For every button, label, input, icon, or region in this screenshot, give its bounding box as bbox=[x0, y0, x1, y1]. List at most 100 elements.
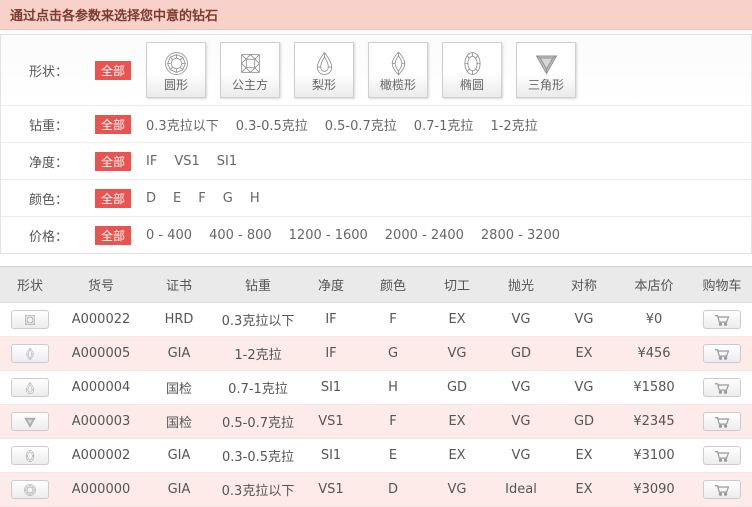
filter-option-carat-3[interactable]: 0.7-1克拉 bbox=[414, 115, 474, 134]
cart-icon bbox=[714, 416, 731, 428]
row-shape-button[interactable] bbox=[11, 446, 49, 465]
marquise-shape-icon bbox=[385, 50, 412, 77]
shape-button-label: 三角形 bbox=[528, 79, 564, 91]
column-header-9: 本店价 bbox=[616, 267, 692, 303]
shape-button-trillion[interactable]: 三角形 bbox=[516, 42, 576, 98]
filter-option-price-2[interactable]: 1200 - 1600 bbox=[289, 228, 368, 243]
filter-row-carat: 钻重：全部 0.3克拉以下 0.3-0.5克拉 0.5-0.7克拉 0.7-1克拉 1-2… bbox=[1, 106, 751, 143]
cell-carat: 0.5-0.7克拉 bbox=[216, 405, 300, 439]
add-to-cart-button[interactable] bbox=[703, 412, 741, 431]
cell-color: E bbox=[362, 439, 424, 473]
clarity-all-badge[interactable]: 全部 bbox=[95, 152, 131, 171]
filter-option-color-1[interactable]: E bbox=[173, 191, 181, 206]
filter-option-color-2[interactable]: F bbox=[198, 191, 205, 206]
filter-option-carat-0[interactable]: 0.3克拉以下 bbox=[146, 115, 219, 134]
add-to-cart-button[interactable] bbox=[703, 344, 741, 363]
column-header-7: 抛光 bbox=[490, 267, 552, 303]
row-shape-button[interactable] bbox=[11, 412, 49, 431]
filter-row-clarity: 净度：全部IFVS1SI1 bbox=[1, 143, 751, 180]
cell-polish: VG bbox=[490, 303, 552, 337]
filter-label-shape: 形状： bbox=[29, 61, 95, 80]
cell-polish: Ideal bbox=[490, 473, 552, 507]
shape-button-marquise[interactable]: 橄榄形 bbox=[368, 42, 428, 98]
shape-button-label: 圆形 bbox=[164, 79, 188, 91]
shape-button-label: 椭圆 bbox=[460, 79, 484, 91]
cell-clarity: IF bbox=[300, 303, 362, 337]
row-shape-button[interactable] bbox=[11, 480, 49, 499]
column-header-10: 购物车 bbox=[692, 267, 752, 303]
cell-cart bbox=[692, 303, 752, 337]
cell-carat: 0.3克拉以下 bbox=[216, 303, 300, 337]
color-all-badge[interactable]: 全部 bbox=[95, 189, 131, 208]
cell-price: ¥3090 bbox=[616, 473, 692, 507]
filter-option-price-0[interactable]: 0 - 400 bbox=[146, 228, 192, 243]
cell-price: ¥456 bbox=[616, 337, 692, 371]
add-to-cart-button[interactable] bbox=[703, 480, 741, 499]
cell-carat: 0.7-1克拉 bbox=[216, 371, 300, 405]
filter-label-carat: 钻重： bbox=[29, 115, 95, 134]
shape-button-princess[interactable]: 公主方 bbox=[220, 42, 280, 98]
add-to-cart-button[interactable] bbox=[703, 310, 741, 329]
add-to-cart-button[interactable] bbox=[703, 446, 741, 465]
row-shape-button[interactable] bbox=[11, 310, 49, 329]
cell-symmetry: GD bbox=[552, 405, 616, 439]
trillion-shape-icon bbox=[23, 415, 37, 429]
filter-option-price-4[interactable]: 2800 - 3200 bbox=[481, 228, 560, 243]
cell-cart bbox=[692, 371, 752, 405]
cell-price: ¥2345 bbox=[616, 405, 692, 439]
table-row: A000002GIA0.3-0.5克拉SI1EEXVGEX¥3100 bbox=[0, 439, 752, 473]
trillion-shape-icon bbox=[533, 50, 560, 77]
cell-carat: 1-2克拉 bbox=[216, 337, 300, 371]
shape-button-label: 公主方 bbox=[232, 79, 268, 91]
cell-price: ¥1580 bbox=[616, 371, 692, 405]
column-header-8: 对称 bbox=[552, 267, 616, 303]
cell-cut: EX bbox=[424, 405, 490, 439]
pear-shape-icon bbox=[311, 50, 338, 77]
cell-symmetry: EX bbox=[552, 473, 616, 507]
oval-shape-icon bbox=[459, 50, 486, 77]
filter-option-clarity-2[interactable]: SI1 bbox=[217, 154, 237, 169]
cell-polish: GD bbox=[490, 337, 552, 371]
shape-button-pear[interactable]: 梨形 bbox=[294, 42, 354, 98]
row-shape-button[interactable] bbox=[11, 344, 49, 363]
shape-button-oval[interactable]: 椭圆 bbox=[442, 42, 502, 98]
cell-color: F bbox=[362, 303, 424, 337]
filter-option-color-4[interactable]: H bbox=[250, 191, 260, 206]
cell-clarity: SI1 bbox=[300, 371, 362, 405]
filter-option-carat-1[interactable]: 0.3-0.5克拉 bbox=[236, 115, 308, 134]
cell-cut: EX bbox=[424, 439, 490, 473]
filter-option-color-0[interactable]: D bbox=[146, 191, 156, 206]
cell-shape bbox=[0, 303, 60, 337]
filter-label-color: 颜色： bbox=[29, 189, 95, 208]
cell-clarity: SI1 bbox=[300, 439, 362, 473]
filter-option-price-3[interactable]: 2000 - 2400 bbox=[385, 228, 464, 243]
cell-shape bbox=[0, 473, 60, 507]
cart-icon bbox=[714, 450, 731, 462]
filter-option-carat-4[interactable]: 1-2克拉 bbox=[490, 115, 537, 134]
cell-certificate: 国检 bbox=[142, 371, 216, 405]
shape-button-label: 梨形 bbox=[312, 79, 336, 91]
add-to-cart-button[interactable] bbox=[703, 378, 741, 397]
filter-option-clarity-0[interactable]: IF bbox=[146, 154, 157, 169]
row-shape-button[interactable] bbox=[11, 378, 49, 397]
filter-option-clarity-1[interactable]: VS1 bbox=[174, 154, 199, 169]
cell-certificate: 国检 bbox=[142, 405, 216, 439]
cell-certificate: HRD bbox=[142, 303, 216, 337]
filter-option-price-1[interactable]: 400 - 800 bbox=[209, 228, 272, 243]
carat-all-badge[interactable]: 全部 bbox=[95, 115, 131, 134]
cart-icon bbox=[714, 348, 731, 360]
cell-item_no: A000003 bbox=[60, 405, 142, 439]
cell-color: D bbox=[362, 473, 424, 507]
marquise-shape-icon bbox=[23, 347, 37, 361]
price-all-badge[interactable]: 全部 bbox=[95, 226, 131, 245]
filter-option-carat-2[interactable]: 0.5-0.7克拉 bbox=[325, 115, 397, 134]
column-header-1: 货号 bbox=[60, 267, 142, 303]
cell-shape bbox=[0, 371, 60, 405]
filter-row-shape: 形状： 全部 圆形 公主方 梨形 橄榄形椭圆 三角形 bbox=[1, 35, 751, 106]
cell-symmetry: EX bbox=[552, 337, 616, 371]
filter-option-color-3[interactable]: G bbox=[223, 191, 233, 206]
shape-button-round[interactable]: 圆形 bbox=[146, 42, 206, 98]
column-header-0: 形状 bbox=[0, 267, 60, 303]
cell-cut: VG bbox=[424, 473, 490, 507]
shape-all-badge[interactable]: 全部 bbox=[95, 61, 131, 80]
